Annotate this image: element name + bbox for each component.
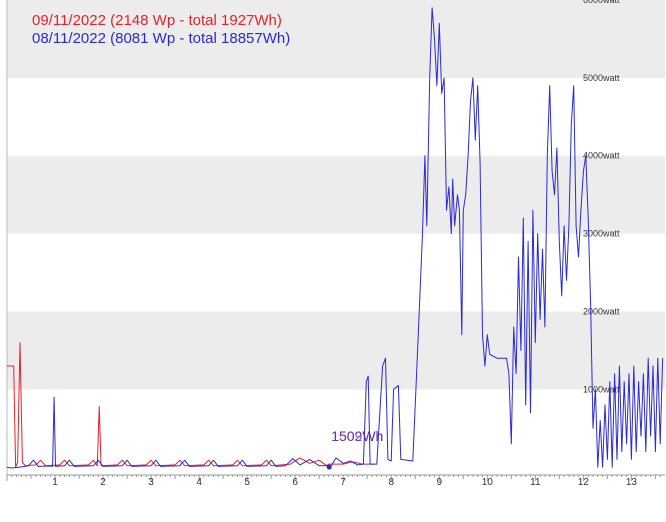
x-tick-label: 8 xyxy=(388,477,394,488)
x-tick-label: 11 xyxy=(530,477,541,488)
energy-label: 1509Wh xyxy=(331,428,383,444)
x-tick-label: 4 xyxy=(196,477,202,488)
legend-entry-1: 09/11/2022 (2148 Wp - total 1927Wh) xyxy=(32,12,282,29)
x-axis: 1 2 3 4 5 6 7 8 9 10 11 12 13 xyxy=(6,474,665,488)
x-tick-label: 2 xyxy=(100,477,106,488)
x-tick-label: 10 xyxy=(482,477,494,488)
grid-band xyxy=(7,311,665,390)
y-tick-label: 5000watt xyxy=(583,73,620,83)
x-tick-label: 9 xyxy=(436,477,442,488)
grid-band xyxy=(7,77,665,156)
grid-band xyxy=(7,155,665,234)
series-marker xyxy=(326,464,332,470)
x-tick-label: 7 xyxy=(340,477,346,488)
x-tick-label: 1 xyxy=(52,477,58,488)
y-tick-label: 4000watt xyxy=(583,151,620,161)
x-tick-label: 5 xyxy=(244,477,250,488)
legend-entry-2: 08/11/2022 (8081 Wp - total 18857Wh) xyxy=(32,30,291,47)
x-tick-label: 6 xyxy=(292,477,298,488)
x-tick-label: 12 xyxy=(578,477,590,488)
x-tick-label: 13 xyxy=(626,477,638,488)
y-tick-label: 6000watt xyxy=(583,0,620,5)
x-tick-label: 3 xyxy=(148,477,154,488)
grid-bands xyxy=(7,0,665,468)
y-tick-label: 2000watt xyxy=(583,306,620,316)
chart: 1000watt2000watt3000watt4000watt5000watt… xyxy=(6,0,665,488)
